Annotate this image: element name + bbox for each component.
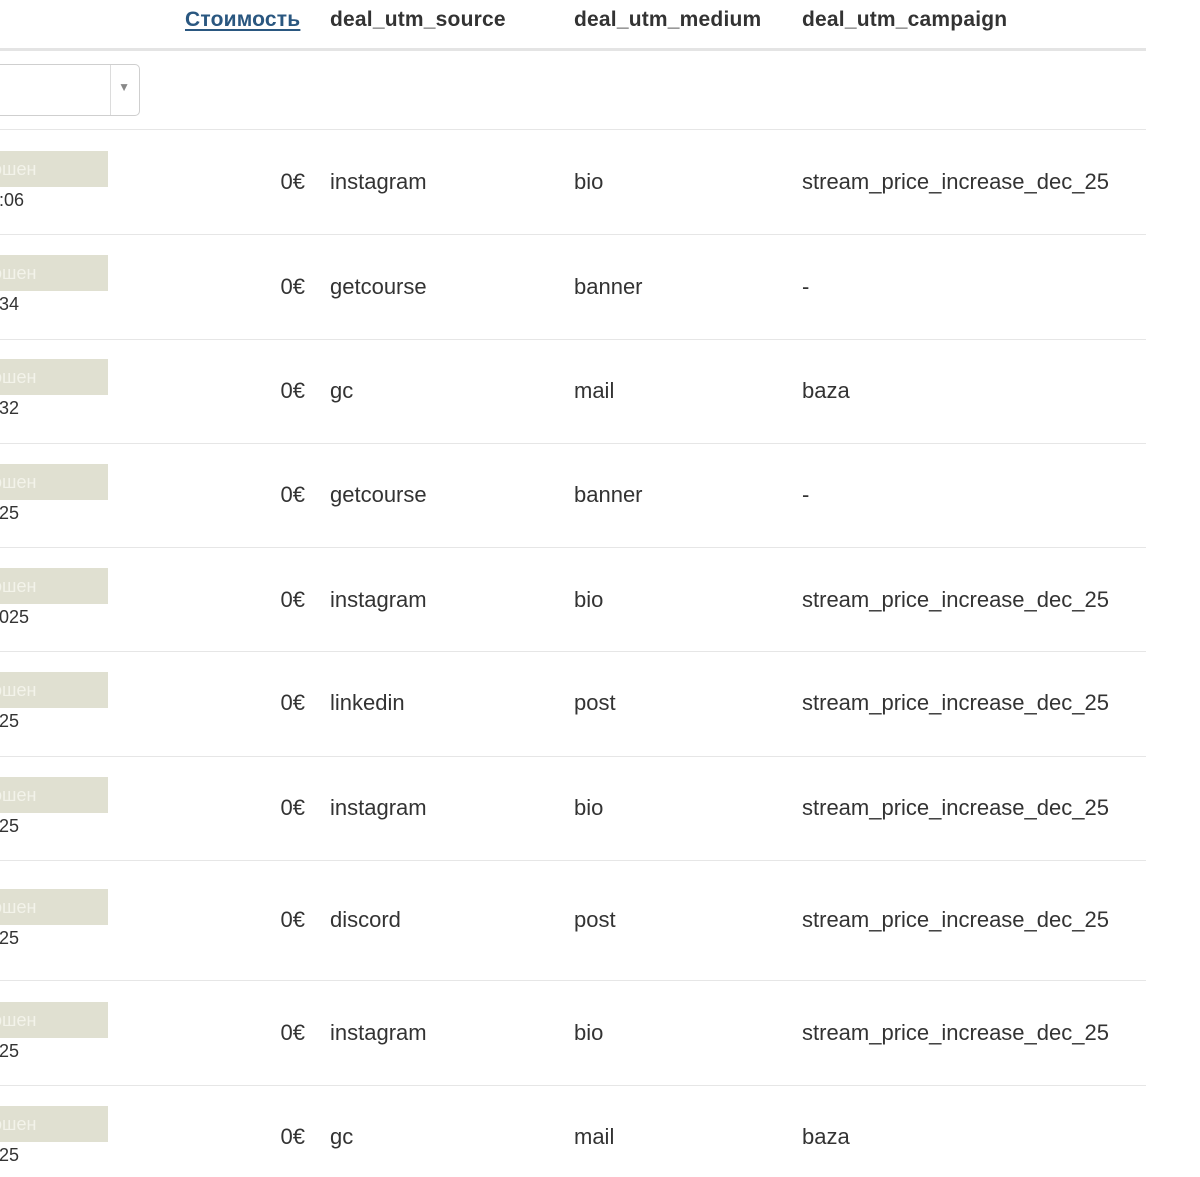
select-divider	[110, 65, 111, 115]
date-cell: 25	[0, 928, 20, 948]
cost-cell: 0€	[280, 1020, 305, 1045]
utm-source-cell: getcourse	[330, 274, 427, 299]
utm-source-cell: instagram	[330, 1020, 427, 1045]
utm-medium-cell: post	[574, 690, 616, 715]
utm-campaign-cell: -	[802, 274, 810, 299]
status-badge: ошен	[0, 889, 108, 925]
utm-medium-cell: bio	[574, 1020, 604, 1045]
table-row[interactable]: ошен 25 0€ getcourse banner -	[0, 444, 1146, 548]
date-cell: 32	[0, 398, 20, 418]
utm-medium-cell: mail	[574, 1124, 615, 1149]
cost-cell: 0€	[280, 690, 305, 715]
cost-cell: 0€	[280, 587, 305, 612]
utm-campaign-cell: baza	[802, 378, 850, 403]
table-row[interactable]: ошен :06 0€ instagram bio stream_price_i…	[0, 130, 1146, 235]
cost-cell: 0€	[280, 169, 305, 194]
utm-medium-cell: bio	[574, 169, 604, 194]
utm-medium-cell: mail	[574, 378, 615, 403]
status-badge: ошен	[0, 1106, 108, 1142]
table-row[interactable]: ошен 25 0€ gc mail baza	[0, 1086, 1146, 1177]
date-cell: 25	[0, 816, 20, 836]
table-row[interactable]: ошен 25 0€ instagram bio stream_price_in…	[0, 981, 1146, 1086]
utm-medium-cell: post	[574, 907, 616, 932]
utm-source-cell: discord	[330, 907, 401, 932]
status-badge: ошен	[0, 151, 108, 187]
table-row[interactable]: ошен 32 0€ gc mail baza	[0, 340, 1146, 444]
date-cell: 25	[0, 1041, 20, 1061]
status-badge: ошен	[0, 1002, 108, 1038]
utm-campaign-cell: stream_price_increase_dec_25	[802, 907, 1109, 932]
column-header-utm-medium: deal_utm_medium	[574, 8, 762, 31]
table-row[interactable]: ошен 25 0€ instagram bio stream_price_in…	[0, 757, 1146, 861]
utm-campaign-cell: stream_price_increase_dec_25	[802, 795, 1109, 820]
column-header-utm-campaign: deal_utm_campaign	[802, 8, 1008, 31]
table-header: Стоимость deal_utm_source deal_utm_mediu…	[0, 0, 1146, 51]
cost-cell: 0€	[280, 907, 305, 932]
status-badge: ошен	[0, 359, 108, 395]
date-cell: 25	[0, 711, 20, 731]
utm-source-cell: linkedin	[330, 690, 405, 715]
utm-campaign-cell: -	[802, 482, 810, 507]
table-row[interactable]: ошен 025 0€ instagram bio stream_price_i…	[0, 548, 1146, 652]
utm-medium-cell: bio	[574, 587, 604, 612]
status-badge: ошен	[0, 672, 108, 708]
status-badge: ошен	[0, 568, 108, 604]
utm-source-cell: instagram	[330, 795, 427, 820]
date-cell: 25	[0, 1145, 20, 1165]
utm-source-cell: instagram	[330, 169, 427, 194]
utm-campaign-cell: baza	[802, 1124, 850, 1149]
utm-campaign-cell: stream_price_increase_dec_25	[802, 1020, 1109, 1045]
table-row[interactable]: ошен 34 0€ getcourse banner -	[0, 235, 1146, 340]
date-cell: 25	[0, 503, 20, 523]
column-header-cost[interactable]: Стоимость	[185, 8, 300, 32]
status-badge: ошен	[0, 464, 108, 500]
utm-campaign-cell: stream_price_increase_dec_25	[802, 690, 1109, 715]
utm-medium-cell: bio	[574, 795, 604, 820]
date-cell: 025	[0, 607, 30, 627]
cost-cell: 0€	[280, 1124, 305, 1149]
utm-source-cell: getcourse	[330, 482, 427, 507]
status-filter-select[interactable]: ▼	[0, 64, 140, 116]
utm-campaign-cell: stream_price_increase_dec_25	[802, 587, 1109, 612]
cost-cell: 0€	[280, 378, 305, 403]
utm-source-cell: gc	[330, 1124, 354, 1149]
utm-campaign-cell: stream_price_increase_dec_25	[802, 169, 1109, 194]
cost-cell: 0€	[280, 274, 305, 299]
table-row[interactable]: ошен 25 0€ discord post stream_price_inc…	[0, 861, 1146, 981]
cost-cell: 0€	[280, 482, 305, 507]
status-badge: ошен	[0, 777, 108, 813]
table-row[interactable]: ошен 25 0€ linkedin post stream_price_in…	[0, 652, 1146, 757]
utm-medium-cell: banner	[574, 482, 643, 507]
column-header-utm-source: deal_utm_source	[330, 8, 506, 31]
filter-row: ▼	[0, 51, 1146, 130]
date-cell: 34	[0, 294, 20, 314]
date-cell: :06	[0, 190, 25, 210]
status-badge: ошен	[0, 255, 108, 291]
cost-cell: 0€	[280, 795, 305, 820]
utm-medium-cell: banner	[574, 274, 643, 299]
utm-source-cell: gc	[330, 378, 354, 403]
utm-source-cell: instagram	[330, 587, 427, 612]
chevron-down-icon[interactable]: ▼	[118, 80, 130, 94]
